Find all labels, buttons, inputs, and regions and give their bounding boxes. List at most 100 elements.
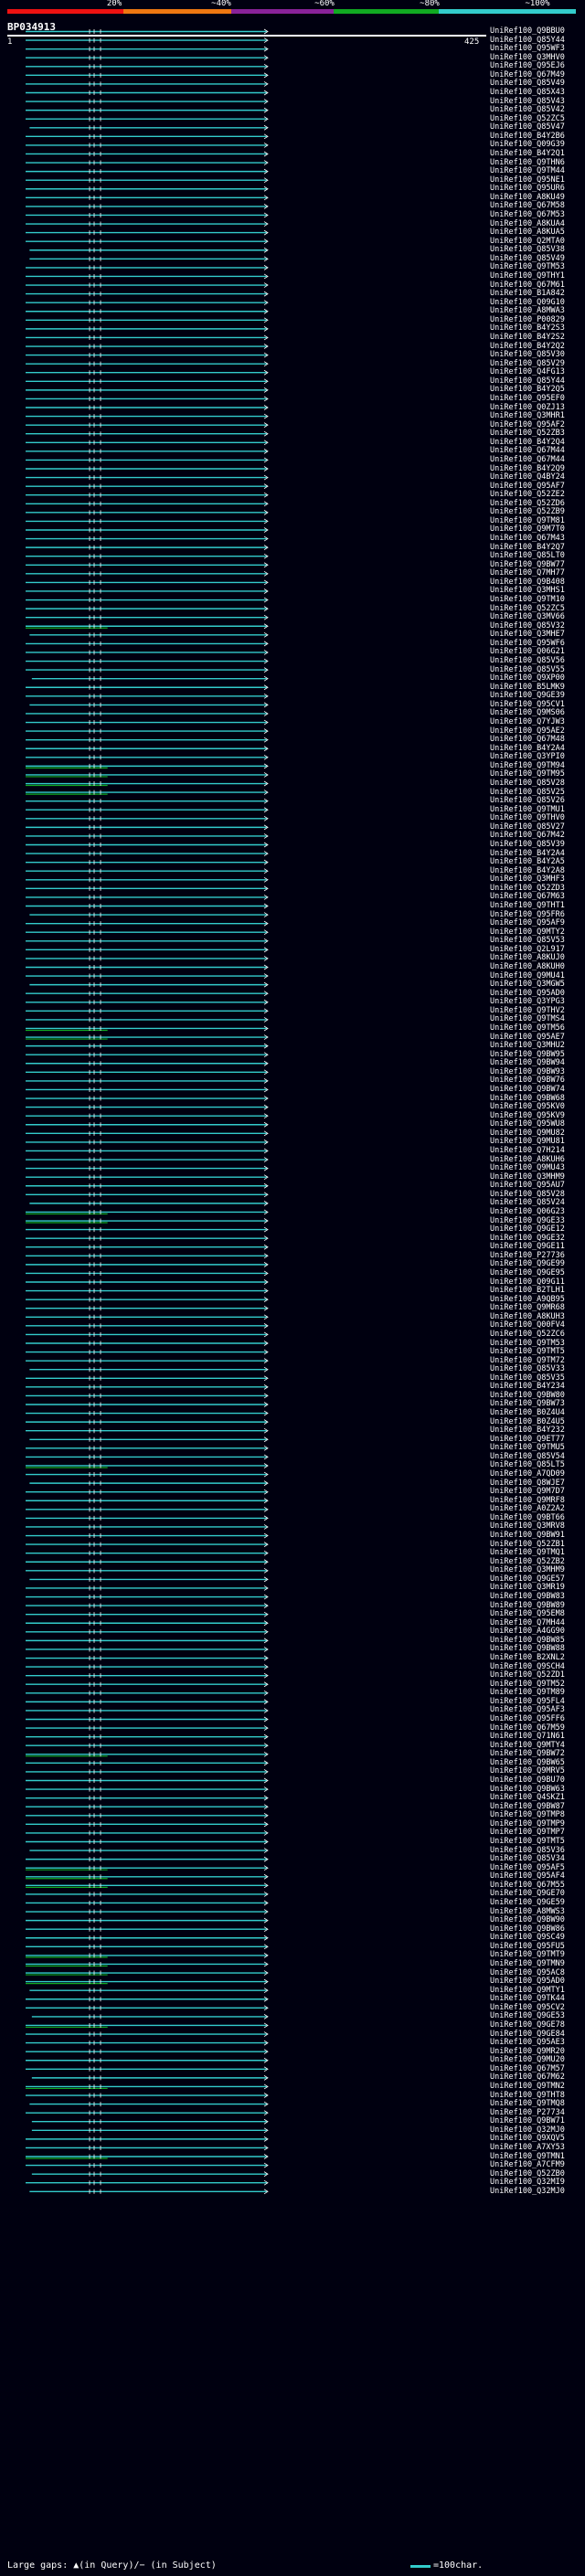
hit-label[interactable]: UniRef100_A7XY53	[490, 2143, 565, 2152]
hit-label[interactable]: UniRef100_Q32MI9	[490, 2178, 565, 2187]
hit-label[interactable]: UniRef100_Q9TMP8	[490, 1811, 565, 1819]
hit-label[interactable]: UniRef100_B4Y2Q1	[490, 149, 565, 158]
hit-label[interactable]: UniRef100_Q9GE59	[490, 1898, 565, 1907]
hit-label[interactable]: UniRef100_Q9THV0	[490, 814, 565, 822]
hit-label[interactable]: UniRef100_B4Y2A5	[490, 858, 565, 866]
hit-label[interactable]: UniRef100_Q9GE39	[490, 692, 565, 700]
hit-label[interactable]: UniRef100_Q7H214	[490, 1146, 565, 1155]
hit-label[interactable]: UniRef100_Q95WU8	[490, 1120, 565, 1129]
hit-label[interactable]: UniRef100_Q4FG13	[490, 368, 565, 376]
hit-label[interactable]: UniRef100_Q9THT1	[490, 902, 565, 910]
hit-label[interactable]: UniRef100_Q85V33	[490, 1365, 565, 1373]
hit-label[interactable]: UniRef100_B1A842	[490, 290, 565, 298]
hit-label[interactable]: UniRef100_Q85V56	[490, 657, 565, 665]
hit-label[interactable]: UniRef100_Q9GE95	[490, 1268, 565, 1277]
hit-label[interactable]: UniRef100_Q9MU20	[490, 2056, 565, 2064]
hit-label[interactable]: UniRef100_Q52ZC6	[490, 1330, 565, 1339]
hit-label[interactable]: UniRef100_Q9GE11	[490, 1243, 565, 1251]
hit-label[interactable]: UniRef100_Q95WF3	[490, 45, 565, 53]
hit-label[interactable]: UniRef100_A4GG90	[490, 1627, 565, 1636]
hit-label[interactable]: UniRef100_Q9BW74	[490, 1085, 565, 1094]
hit-label[interactable]: UniRef100_Q95AU7	[490, 1182, 565, 1190]
hit-label[interactable]: UniRef100_Q9GE99	[490, 1260, 565, 1268]
hit-label[interactable]: UniRef100_Q9MR68	[490, 1304, 565, 1312]
hit-label[interactable]: UniRef100_Q85X43	[490, 88, 565, 97]
hit-label[interactable]: UniRef100_Q85V39	[490, 841, 565, 849]
hit-label[interactable]: UniRef100_Q3MGW5	[490, 981, 565, 989]
hit-label[interactable]: UniRef100_Q9BW83	[490, 1593, 565, 1601]
hit-label[interactable]: UniRef100_Q95UR6	[490, 185, 565, 193]
hit-label[interactable]: UniRef100_Q9MU43	[490, 1164, 565, 1172]
hit-label[interactable]: UniRef100_Q9SC49	[490, 1934, 565, 1942]
hit-label[interactable]: UniRef100_Q71N61	[490, 1733, 565, 1741]
hit-label[interactable]: UniRef100_Q3MHE7	[490, 631, 565, 639]
hit-label[interactable]: UniRef100_Q9BU70	[490, 1776, 565, 1785]
hit-label[interactable]: UniRef100_Q85V38	[490, 246, 565, 254]
hit-label[interactable]: UniRef100_Q67M43	[490, 535, 565, 543]
hit-label[interactable]: UniRef100_Q95AF4	[490, 1872, 565, 1881]
hit-label[interactable]: UniRef100_Q95EF0	[490, 394, 565, 403]
hit-label[interactable]: UniRef100_Q3YPI0	[490, 753, 565, 761]
hit-label[interactable]: UniRef100_A8KUH0	[490, 962, 565, 971]
hit-label[interactable]: UniRef100_A7QD09	[490, 1470, 565, 1479]
hit-label[interactable]: UniRef100_A8MWA3	[490, 307, 565, 315]
hit-label[interactable]: UniRef100_Q9TMQ8	[490, 2100, 565, 2108]
hit-label[interactable]: UniRef100_Q9GE12	[490, 1225, 565, 1234]
hit-label[interactable]: UniRef100_B4Y2S2	[490, 333, 565, 342]
hit-label[interactable]: UniRef100_Q9TM56	[490, 1023, 565, 1033]
hit-label[interactable]: UniRef100_Q4BY24	[490, 473, 565, 482]
hit-label[interactable]: UniRef100_Q9TMT5	[490, 1348, 565, 1356]
hit-label[interactable]: UniRef100_Q9GE78	[490, 2020, 565, 2030]
hit-label[interactable]: UniRef100_B4Y232	[490, 1426, 565, 1435]
hit-label[interactable]: UniRef100_Q9TMN9	[490, 1959, 565, 1968]
hit-label[interactable]: UniRef100_Q3MV66	[490, 613, 565, 621]
hit-label[interactable]: UniRef100_Q9BW94	[490, 1059, 565, 1067]
hit-label[interactable]: UniRef100_Q9TMU5	[490, 1444, 565, 1452]
hit-label[interactable]: UniRef100_Q52ZE2	[490, 491, 565, 499]
hit-label[interactable]: UniRef100_Q95FF6	[490, 1715, 565, 1723]
hit-label[interactable]: UniRef100_Q9TM44	[490, 167, 565, 175]
hit-label[interactable]: UniRef100_Q3MHR1	[490, 412, 565, 420]
hit-label[interactable]: UniRef100_Q67M48	[490, 736, 565, 744]
hit-label[interactable]: UniRef100_Q3MHU2	[490, 1042, 565, 1050]
hit-label[interactable]: UniRef100_Q9TK44	[490, 1995, 565, 2003]
hit-label[interactable]: UniRef100_Q85V26	[490, 797, 565, 805]
hit-label[interactable]: UniRef100_Q85V47	[490, 123, 565, 132]
hit-label[interactable]: UniRef100_Q9XP00	[490, 674, 565, 683]
hit-label[interactable]: UniRef100_Q67M44	[490, 455, 565, 464]
hit-label[interactable]: UniRef100_Q06G23	[490, 1207, 565, 1216]
hit-label[interactable]: UniRef100_Q9M7D7	[490, 1488, 565, 1496]
hit-label[interactable]: UniRef100_Q9TMT5	[490, 1837, 565, 1846]
hit-label[interactable]: UniRef100_Q3MHF3	[490, 875, 565, 884]
hit-label[interactable]: UniRef100_Q9BW72	[490, 1750, 565, 1758]
hit-label[interactable]: UniRef100_Q32MJ0	[490, 2187, 565, 2196]
hit-label[interactable]: UniRef100_Q52ZD1	[490, 1671, 565, 1680]
hit-label[interactable]: UniRef100_Q00FV4	[490, 1321, 565, 1330]
hit-label[interactable]: UniRef100_Q85V42	[490, 106, 565, 114]
hit-label[interactable]: UniRef100_Q7YJW3	[490, 718, 565, 726]
hit-label[interactable]: UniRef100_Q95AF9	[490, 919, 565, 928]
hit-label[interactable]: UniRef100_Q9TM89	[490, 1689, 565, 1697]
hit-label[interactable]: UniRef100_Q95EJ6	[490, 62, 565, 70]
hit-label[interactable]: UniRef100_Q67M53	[490, 210, 565, 219]
hit-label[interactable]: UniRef100_Q3MHM9	[490, 1566, 565, 1574]
hit-label[interactable]: UniRef100_Q85V30	[490, 351, 565, 359]
hit-label[interactable]: UniRef100_Q9TMN2	[490, 2082, 565, 2091]
hit-label[interactable]: UniRef100_Q95AD0	[490, 1977, 565, 1986]
hit-label[interactable]: UniRef100_Q85V28	[490, 779, 565, 788]
hit-label[interactable]: UniRef100_Q85V53	[490, 937, 565, 945]
hit-label[interactable]: UniRef100_Q52ZB3	[490, 429, 565, 438]
hit-label[interactable]: UniRef100_Q67M44	[490, 447, 565, 455]
hit-label[interactable]: UniRef100_Q85V34	[490, 1855, 565, 1863]
hit-label[interactable]: UniRef100_Q85LT0	[490, 552, 565, 560]
hit-label[interactable]: UniRef100_Q9BW90	[490, 1916, 565, 1924]
hit-label[interactable]: UniRef100_Q9BBU0	[490, 27, 565, 36]
hit-label[interactable]: UniRef100_Q7MH77	[490, 569, 565, 578]
hit-label[interactable]: UniRef100_B4Y2Q5	[490, 386, 565, 394]
hit-label[interactable]: UniRef100_Q9TMQ1	[490, 1549, 565, 1557]
hit-label[interactable]: UniRef100_Q3YPG3	[490, 998, 565, 1006]
hit-label[interactable]: UniRef100_Q9XQV5	[490, 2135, 565, 2143]
hit-label[interactable]: UniRef100_Q95EM8	[490, 1610, 565, 1618]
hit-label[interactable]: UniRef100_Q9BW91	[490, 1532, 565, 1540]
hit-label[interactable]: UniRef100_Q9THY1	[490, 271, 565, 281]
